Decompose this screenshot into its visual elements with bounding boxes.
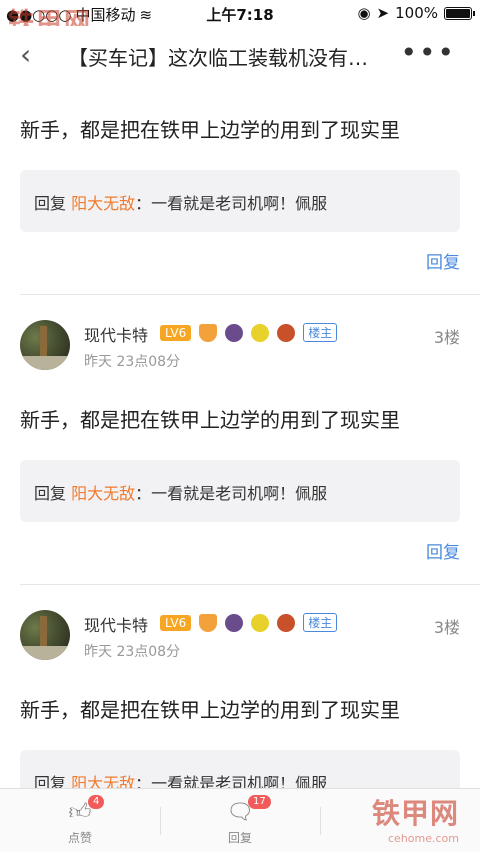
quote-prefix: 回复 bbox=[34, 194, 67, 213]
username[interactable]: 现代卡特 bbox=[84, 322, 148, 346]
like-tab[interactable]: 👍︎ 4 点赞 bbox=[40, 795, 120, 846]
like-label: 点赞 bbox=[67, 831, 92, 845]
watermark-logo: 铁甲网 bbox=[372, 797, 460, 830]
battery-label: 100% bbox=[395, 4, 438, 22]
divider bbox=[320, 807, 321, 835]
post-time: 昨天 23点08分 bbox=[84, 354, 181, 370]
robot-icon bbox=[225, 613, 244, 632]
battery-icon bbox=[444, 6, 475, 20]
floor-number: 3楼 bbox=[433, 328, 460, 347]
flower-icon bbox=[251, 323, 270, 342]
user-badges: LV6 楼主 bbox=[160, 323, 338, 342]
back-icon[interactable]: ‹ bbox=[20, 38, 31, 71]
avatar[interactable] bbox=[20, 320, 70, 370]
medal-icon bbox=[199, 613, 218, 632]
reply-link[interactable]: 回复 bbox=[426, 248, 460, 273]
reply-label: 回复 bbox=[227, 831, 252, 845]
avatar[interactable] bbox=[20, 610, 70, 660]
username[interactable]: 现代卡特 bbox=[84, 612, 148, 636]
quote-user[interactable]: 阳大无敌 bbox=[71, 484, 135, 503]
rotation-lock-icon: ◉ bbox=[357, 4, 371, 22]
watermark-site: cehome.com bbox=[388, 832, 459, 845]
medal-icon bbox=[199, 323, 218, 342]
more-icon[interactable]: ••• bbox=[400, 36, 456, 69]
reply-tab[interactable]: 🗨︎ 17 回复 bbox=[200, 795, 280, 846]
reply-link[interactable]: 回复 bbox=[426, 538, 460, 563]
status-right: ◉ ➤ 100% bbox=[357, 4, 475, 22]
quote-user[interactable]: 阳大无敌 bbox=[71, 194, 135, 213]
like-count: 4 bbox=[88, 795, 105, 809]
divider bbox=[20, 294, 480, 295]
thumbs-up-icon: 👍︎ bbox=[68, 800, 92, 825]
level-badge: LV6 bbox=[160, 614, 192, 631]
mushroom-icon bbox=[277, 613, 296, 632]
level-badge: LV6 bbox=[160, 324, 192, 341]
page-title: 【买车记】这次临工装载机没有… bbox=[68, 46, 368, 70]
reply-count: 17 bbox=[248, 795, 271, 809]
post-content: 新手，都是把在铁甲上边学的用到了现实里 bbox=[20, 698, 400, 722]
flower-icon bbox=[251, 613, 270, 632]
user-badges: LV6 楼主 bbox=[160, 613, 338, 632]
mushroom-icon bbox=[277, 323, 296, 342]
robot-icon bbox=[225, 323, 244, 342]
post-content: 新手，都是把在铁甲上边学的用到了现实里 bbox=[20, 408, 400, 432]
location-icon: ➤ bbox=[376, 4, 390, 22]
post-content: 新手，都是把在铁甲上边学的用到了现实里 bbox=[20, 118, 400, 142]
nav-bar: ‹ 【买车记】这次临工装载机没有… ••• bbox=[0, 26, 480, 84]
owner-badge: 楼主 bbox=[303, 613, 338, 632]
owner-badge: 楼主 bbox=[303, 323, 338, 342]
quoted-reply[interactable]: 回复 阳大无敌：一看就是老司机啊！佩服 bbox=[20, 170, 460, 232]
floor-number: 3楼 bbox=[433, 618, 460, 637]
quoted-reply[interactable]: 回复 阳大无敌：一看就是老司机啊！佩服 bbox=[20, 460, 460, 522]
quote-prefix: 回复 bbox=[34, 484, 67, 503]
quote-text: ：一看就是老司机啊！佩服 bbox=[135, 484, 328, 503]
quote-text: ：一看就是老司机啊！佩服 bbox=[135, 194, 328, 213]
divider bbox=[20, 584, 480, 585]
post-time: 昨天 23点08分 bbox=[84, 644, 181, 660]
divider bbox=[160, 807, 161, 835]
